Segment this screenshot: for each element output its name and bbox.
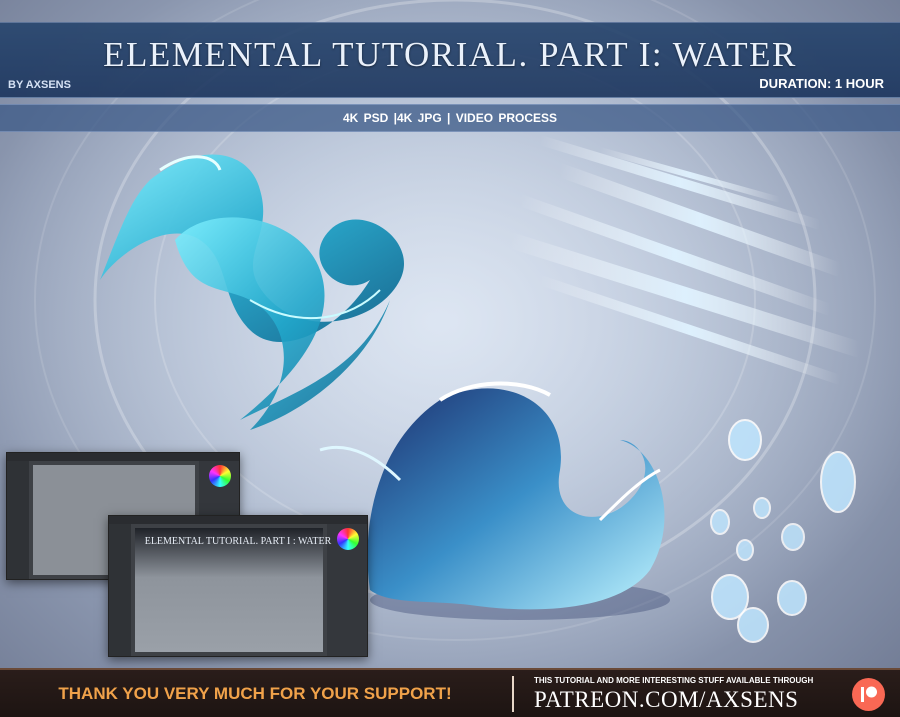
patreon-link[interactable]: PATREON.COM/AXSENS <box>534 687 798 713</box>
screenshot-toolbar <box>7 453 239 461</box>
water-streaks <box>507 135 863 385</box>
curling-water-stream <box>100 154 404 430</box>
software-screenshot-front: ELEMENTAL TUTORIAL. PART I : WATER <box>108 515 368 657</box>
author-label: BY AXSENS <box>8 79 71 91</box>
title-bar: ELEMENTAL TUTORIAL. PART I: WATER BY AXS… <box>0 22 900 98</box>
color-wheel-icon <box>337 528 359 550</box>
patreon-logo-glyph <box>861 686 877 702</box>
footer: THANK YOU VERY MUCH FOR YOUR SUPPORT! TH… <box>0 668 900 717</box>
patreon-logo-icon[interactable] <box>852 678 885 711</box>
crashing-wave <box>319 381 670 620</box>
color-wheel-icon <box>209 465 231 487</box>
screenshot-toolbar <box>109 516 367 524</box>
screenshot-left-panel <box>7 461 29 579</box>
screenshot-title: ELEMENTAL TUTORIAL. PART I : WATER <box>144 536 332 547</box>
water-droplets <box>710 419 856 643</box>
availability-text: THIS TUTORIAL AND MORE INTERESTING STUFF… <box>534 676 814 685</box>
duration-label: DURATION: 1 HOUR <box>759 76 884 91</box>
formats-bar: 4K PSD |4K JPG | VIDEO PROCESS <box>0 104 900 132</box>
thanks-message: THANK YOU VERY MUCH FOR YOUR SUPPORT! <box>58 684 452 703</box>
formats-label: 4K PSD |4K JPG | VIDEO PROCESS <box>342 111 558 125</box>
page-title: ELEMENTAL TUTORIAL. PART I: WATER <box>103 35 797 74</box>
footer-divider <box>512 676 514 712</box>
